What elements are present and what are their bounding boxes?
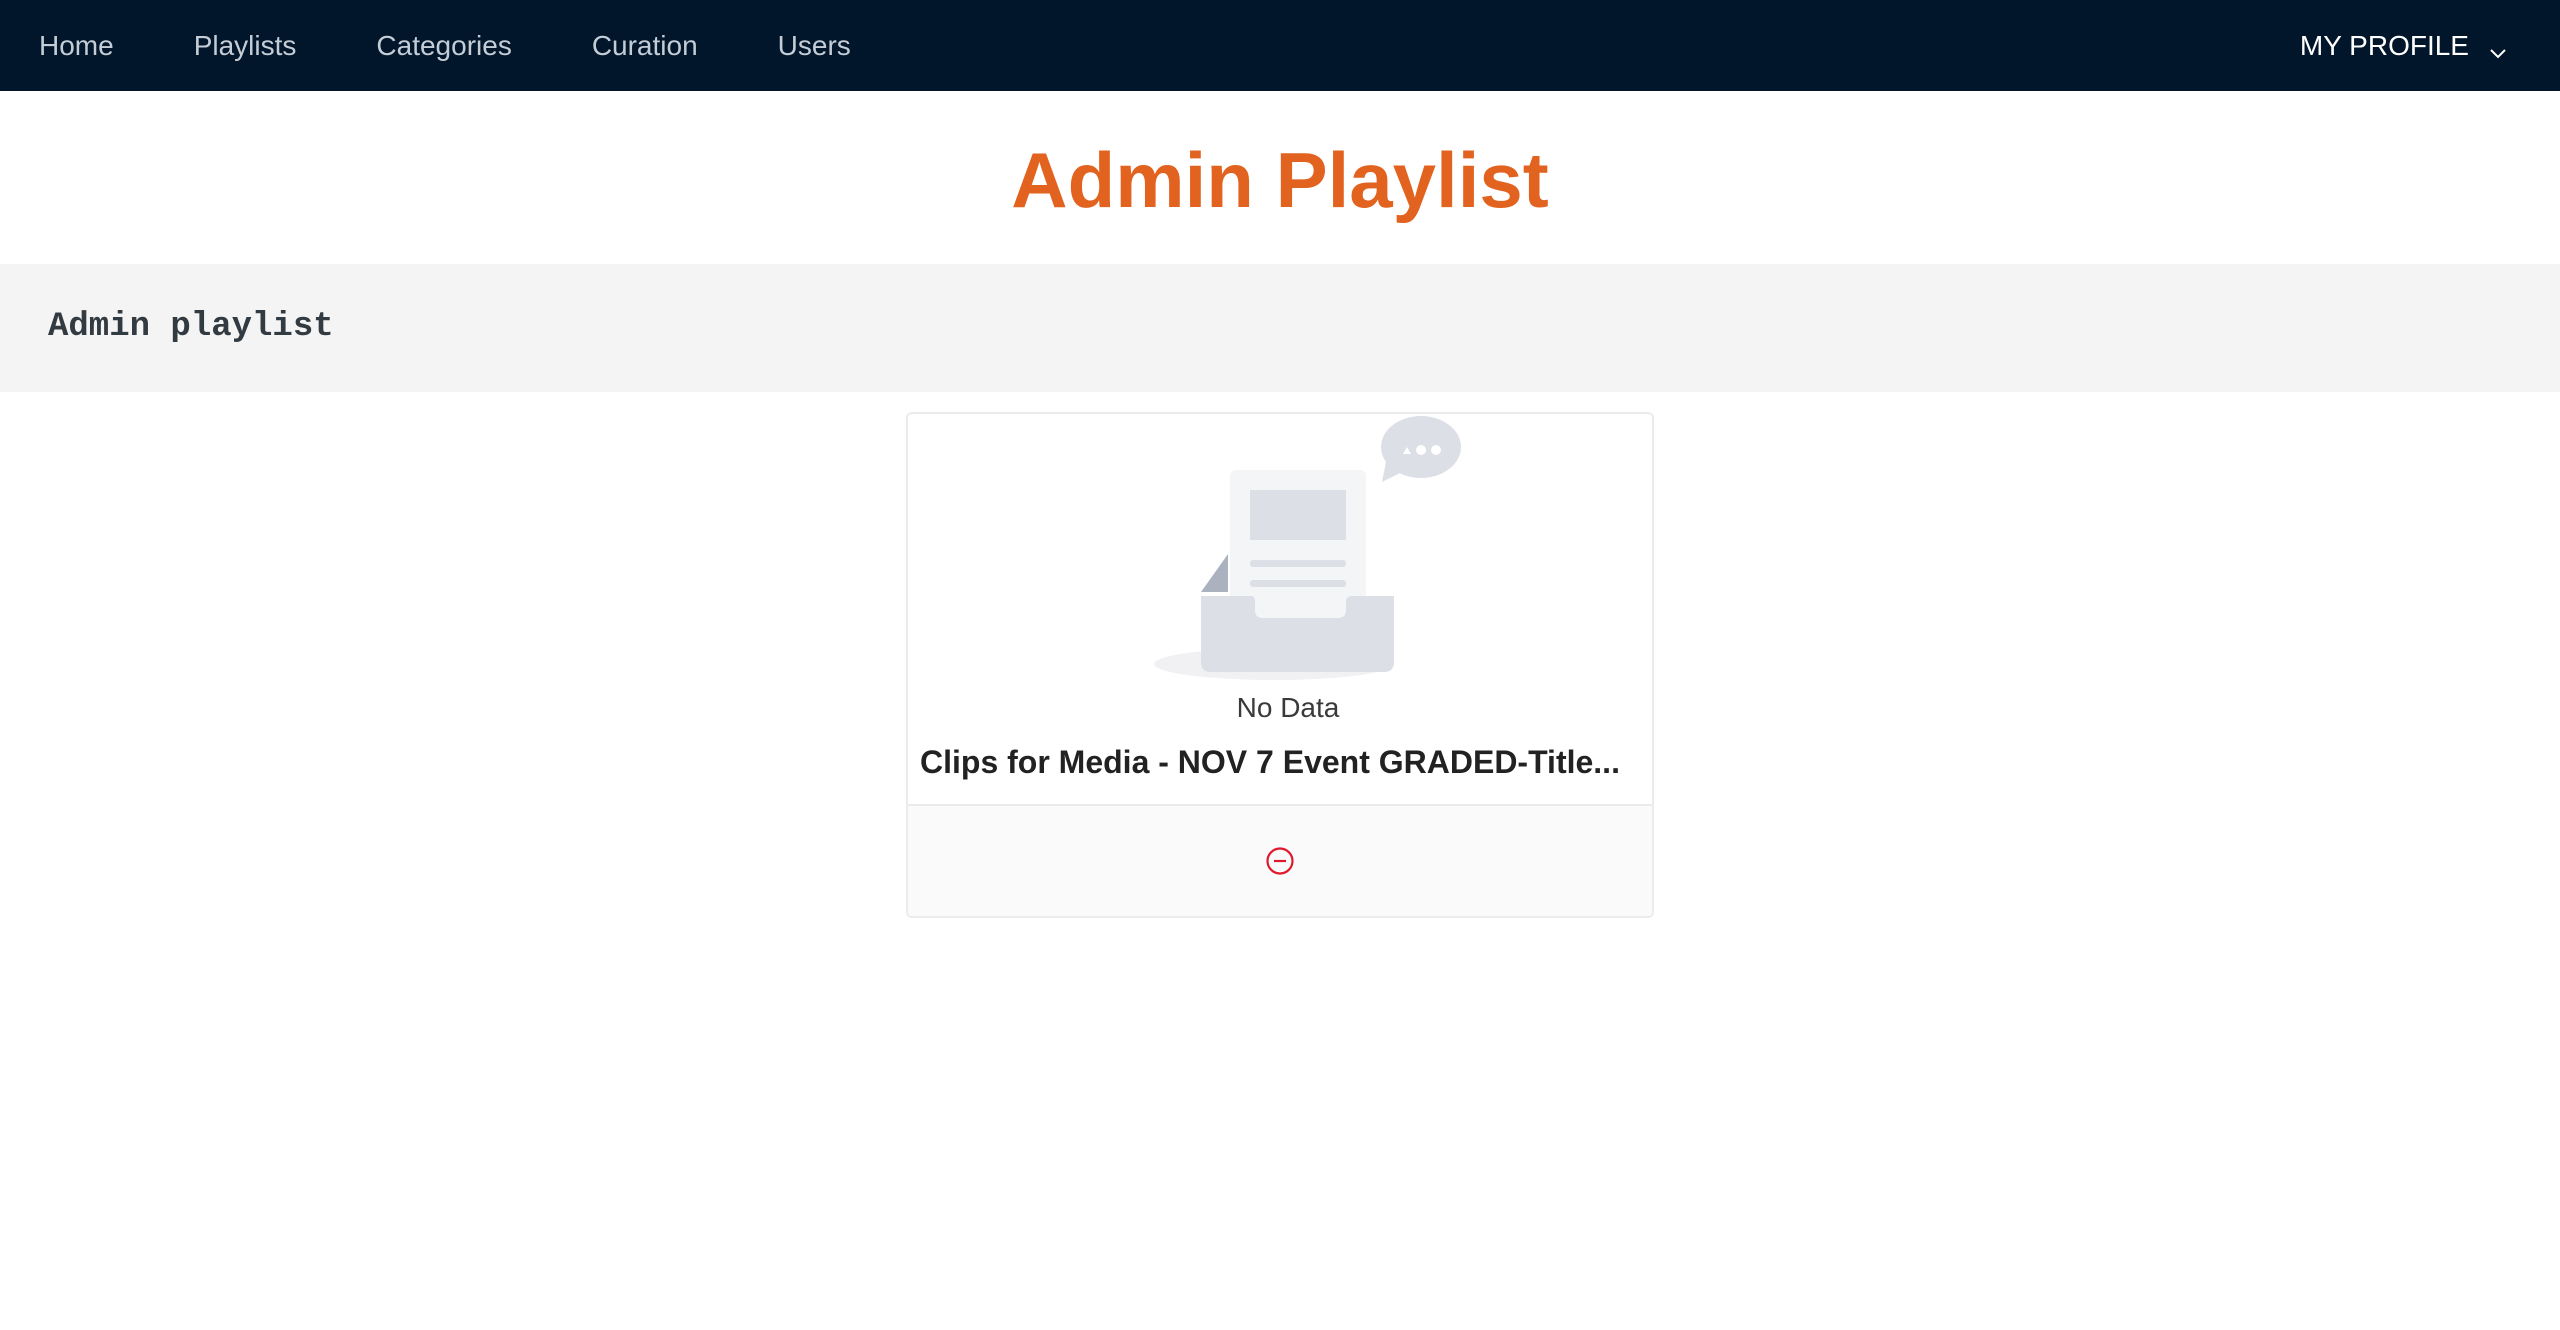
playlist-card[interactable]: No Data Clips for Media - NOV 7 Event GR…	[906, 412, 1654, 918]
empty-state-text: No Data	[1236, 692, 1340, 723]
page-title: Admin Playlist	[1011, 136, 1549, 224]
minus-circle-icon	[1266, 847, 1294, 875]
chevron-down-icon	[2489, 37, 2507, 58]
card-cover: No Data Clips for Media - NOV 7 Event GR…	[908, 414, 1652, 804]
nav-playlists[interactable]: Playlists	[194, 30, 297, 62]
remove-button[interactable]	[1265, 846, 1295, 876]
my-profile-label: MY PROFILE	[2299, 29, 2469, 61]
section-header: Admin playlist	[0, 264, 2560, 392]
top-navigation-bar: Home Playlists Categories Curation Users…	[0, 0, 2560, 91]
my-profile-menu[interactable]: MY PROFILE	[2300, 0, 2507, 91]
nav-categories[interactable]: Categories	[376, 30, 511, 62]
card-actions	[908, 804, 1652, 916]
empty-inbox-icon	[1154, 416, 1461, 680]
playlist-card-title[interactable]: Clips for Media - NOV 7 Event GRADED-Tit…	[920, 744, 1642, 781]
nav-curation[interactable]: Curation	[592, 30, 698, 62]
main-nav: Home Playlists Categories Curation Users	[0, 0, 931, 91]
nav-users[interactable]: Users	[778, 30, 851, 62]
section-title: Admin playlist	[48, 308, 334, 346]
nav-home[interactable]: Home	[39, 30, 114, 62]
